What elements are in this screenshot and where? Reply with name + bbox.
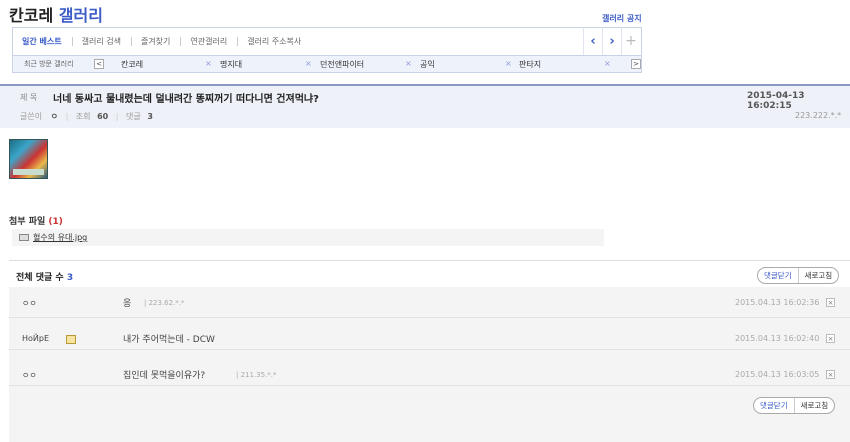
subject-label: 제 목 xyxy=(20,93,38,102)
close-icon[interactable]: × xyxy=(405,59,412,68)
recent-next-button[interactable]: > xyxy=(631,59,641,69)
comment-total-label: 전체 댓글 수 xyxy=(16,273,64,283)
comment-total: 전체 댓글 수 3 xyxy=(16,270,73,283)
image-file-icon xyxy=(19,234,29,241)
close-icon[interactable]: × xyxy=(305,59,312,68)
attachment-file-link[interactable]: 혈수의 유대.jpg xyxy=(33,232,87,243)
gallery-title-prefix: 칸코레 xyxy=(9,6,54,25)
meta-divider: | xyxy=(65,112,69,121)
gallery-title-accent: 갤러리 xyxy=(58,6,103,25)
close-comments-button[interactable]: 댓글닫기 xyxy=(754,398,794,413)
gallog-icon[interactable] xyxy=(66,335,76,344)
gallery-title[interactable]: 칸코레 갤러리 xyxy=(9,2,103,26)
comment-ip: | 211.35.*.* xyxy=(236,371,277,379)
recent-item-fantasy[interactable]: 판타지 xyxy=(519,59,541,70)
comment-author[interactable]: HoЙpE xyxy=(22,334,49,343)
refresh-button[interactable]: 새로고침 xyxy=(793,398,835,413)
plus-icon[interactable]: + xyxy=(621,27,640,55)
attachment-count: (1) xyxy=(48,217,63,227)
author-label: 글쓴이 xyxy=(20,112,43,121)
post-ip: 223.222.*.* xyxy=(795,111,842,120)
comment-divider xyxy=(9,260,850,261)
comment-total-count: 3 xyxy=(66,273,74,283)
comments-label: 댓글 xyxy=(126,112,141,121)
comment-date: 2015.04.13 16:02:40 xyxy=(735,334,820,343)
recent-prev-button[interactable]: < xyxy=(94,59,104,69)
comment-text: 집인데 못먹을이유가? xyxy=(123,371,206,381)
recent-gallery-label: 최근 방문 갤러리 xyxy=(24,60,74,68)
refresh-button[interactable]: 새로고침 xyxy=(797,268,839,283)
chevron-right-icon[interactable]: › xyxy=(602,27,621,55)
chevron-left-icon[interactable]: ‹ xyxy=(583,27,602,55)
recent-item-public[interactable]: 공익 xyxy=(420,59,435,70)
meta-divider: | xyxy=(115,112,119,121)
recent-item-kancolle[interactable]: 칸코레 xyxy=(121,59,143,70)
comment-date: 2015.04.13 16:02:36 xyxy=(735,298,820,307)
views-count: 60 xyxy=(97,112,109,121)
close-icon[interactable]: × xyxy=(205,59,212,68)
attachment-box xyxy=(12,229,604,246)
post-subject: 너네 동싸고 물내렸는데 덜내려간 똥찌꺼기 떠다니면 건져먹냐? xyxy=(53,94,319,105)
comment-text: 응 xyxy=(123,299,132,309)
close-icon[interactable]: × xyxy=(505,59,512,68)
tab-copy-address[interactable]: 갤러리 주소복사 xyxy=(237,36,311,47)
delete-comment-icon[interactable]: × xyxy=(826,334,835,343)
post-meta: 글쓴이 ㅇ | 조회 60 | 댓글 3 xyxy=(20,111,153,122)
comment-author[interactable]: ㅇㅇ xyxy=(22,370,37,381)
comment-date: 2015.04.13 16:03:05 xyxy=(735,370,820,379)
nav-arrows: ‹ › + xyxy=(583,27,642,55)
comments-count: 3 xyxy=(147,112,153,121)
delete-comment-icon[interactable]: × xyxy=(826,298,835,307)
comment-ip: | 223.62.*.* xyxy=(144,299,185,307)
delete-comment-icon[interactable]: × xyxy=(826,370,835,379)
comment-controls-bottom: 댓글닫기 새로고침 xyxy=(753,397,836,414)
tab-favorites[interactable]: 즐겨찾기 xyxy=(130,36,180,47)
comment-author[interactable]: ㅇㅇ xyxy=(22,298,37,309)
views-label: 조회 xyxy=(75,112,91,121)
post-author[interactable]: ㅇ xyxy=(51,112,58,121)
post-image[interactable] xyxy=(9,139,48,179)
comment-row xyxy=(9,288,850,318)
tab-related-gallery[interactable]: 연관갤러리 xyxy=(180,36,237,47)
comment-controls-top: 댓글닫기 새로고침 xyxy=(757,267,840,284)
recent-item-dnf[interactable]: 던전앤파이터 xyxy=(320,59,364,70)
gallery-notice-link[interactable]: 갤러리 공지 xyxy=(602,13,642,24)
comment-text: 내가 주어먹는데 - DCW xyxy=(123,335,215,345)
attachment-title-label: 첨부 파일 xyxy=(9,217,46,227)
tab-daily-best[interactable]: 일간 베스트 xyxy=(12,36,72,47)
post-date: 2015-04-13 16:02:15 xyxy=(747,91,805,111)
close-icon[interactable]: × xyxy=(604,59,611,68)
recent-item-myongji[interactable]: 명지대 xyxy=(220,59,242,70)
nav-tabs: 일간 베스트 갤러리 검색 즐겨찾기 연관갤러리 갤러리 주소복사 xyxy=(12,27,311,55)
attachment-title: 첨부 파일 (1) xyxy=(9,214,63,227)
tab-gallery-search[interactable]: 갤러리 검색 xyxy=(71,36,131,47)
close-comments-button[interactable]: 댓글닫기 xyxy=(758,268,798,283)
